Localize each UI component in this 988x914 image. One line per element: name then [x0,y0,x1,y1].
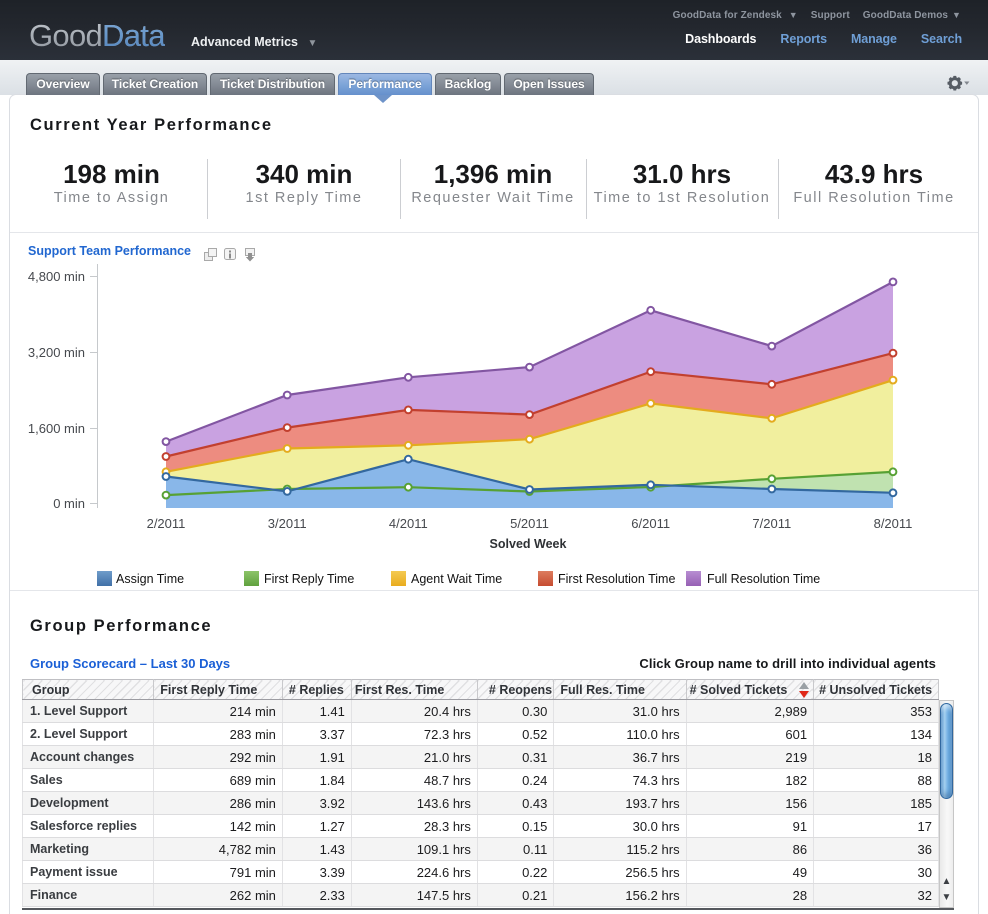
svg-text:4/2011: 4/2011 [389,516,428,531]
svg-text:3,200 min: 3,200 min [28,345,85,360]
svg-text:Solved Week: Solved Week [490,537,567,551]
svg-text:5/2011: 5/2011 [510,516,549,531]
svg-text:1,600 min: 1,600 min [28,421,85,436]
svg-text:2/2011: 2/2011 [147,516,186,531]
svg-text:6/2011: 6/2011 [631,516,670,531]
svg-text:3/2011: 3/2011 [268,516,307,531]
svg-text:4,800 min: 4,800 min [28,269,85,284]
svg-text:8/2011: 8/2011 [874,516,913,531]
svg-text:7/2011: 7/2011 [752,516,791,531]
svg-text:0 min: 0 min [53,496,85,511]
